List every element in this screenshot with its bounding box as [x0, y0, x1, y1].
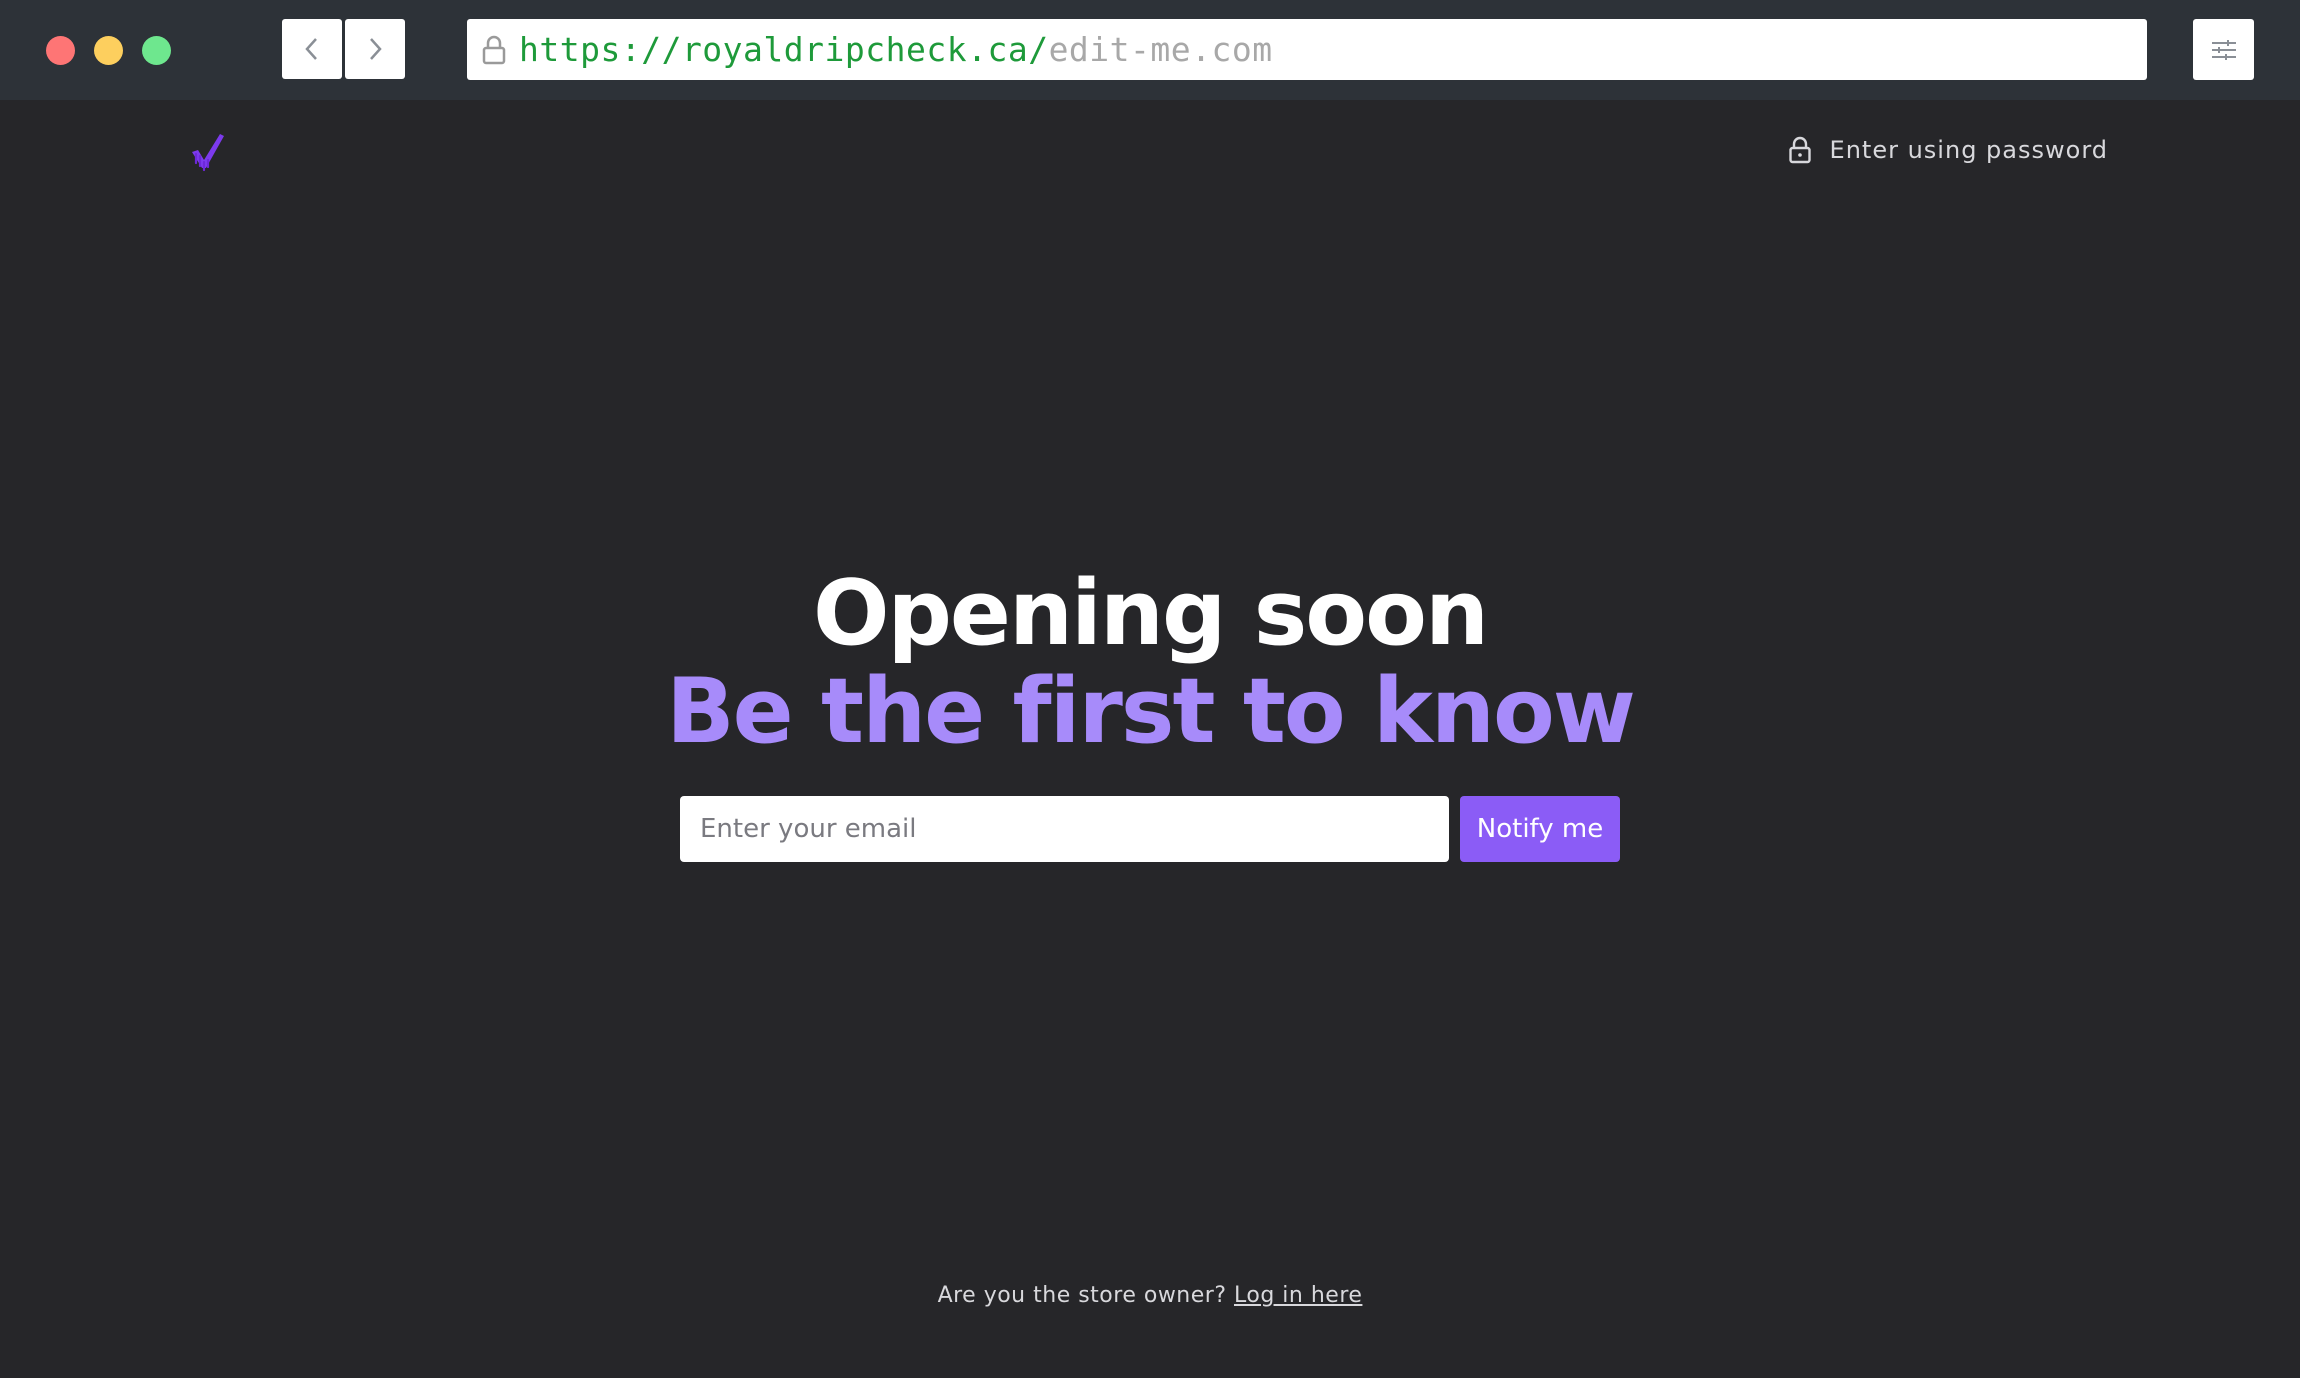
address-bar[interactable]: https://royaldripcheck.ca/edit-me.com — [467, 19, 2147, 80]
url-placeholder-path: edit-me.com — [1048, 30, 1273, 69]
store-owner-question: Are you the store owner? — [937, 1283, 1234, 1308]
lock-icon — [1788, 136, 1814, 164]
login-link[interactable]: Log in here — [1234, 1283, 1362, 1308]
sliders-icon — [2211, 39, 2236, 60]
hero-subtitle: Be the first to know — [666, 659, 1636, 764]
enter-password-label: Enter using password — [1829, 136, 2108, 164]
window-maximize-button[interactable] — [142, 36, 171, 65]
window-close-button[interactable] — [46, 36, 75, 65]
brand-check-logo — [192, 134, 224, 172]
forward-button[interactable] — [345, 19, 405, 79]
chevron-left-icon — [305, 38, 317, 60]
hero-section: Opening soon Be the first to know — [0, 565, 2300, 761]
settings-button[interactable] — [2193, 19, 2254, 80]
url-domain: https://royaldripcheck.ca/ — [519, 30, 1049, 69]
window-minimize-button[interactable] — [94, 36, 123, 65]
hero-title: Opening soon — [812, 561, 1489, 666]
chevron-right-icon — [370, 38, 382, 60]
url-text: https://royaldripcheck.ca/edit-me.com — [519, 30, 1273, 69]
notify-me-button[interactable]: Notify me — [1460, 796, 1620, 862]
enter-password-link[interactable]: Enter using password — [1788, 136, 2108, 164]
back-button[interactable] — [282, 19, 342, 79]
browser-toolbar: https://royaldripcheck.ca/edit-me.com — [0, 0, 2300, 100]
store-logo[interactable] — [190, 130, 226, 172]
store-owner-footer: Are you the store owner? Log in here — [0, 1283, 2300, 1308]
newsletter-form: Notify me — [680, 796, 1620, 862]
lock-icon — [479, 33, 509, 67]
email-input[interactable] — [680, 796, 1449, 862]
